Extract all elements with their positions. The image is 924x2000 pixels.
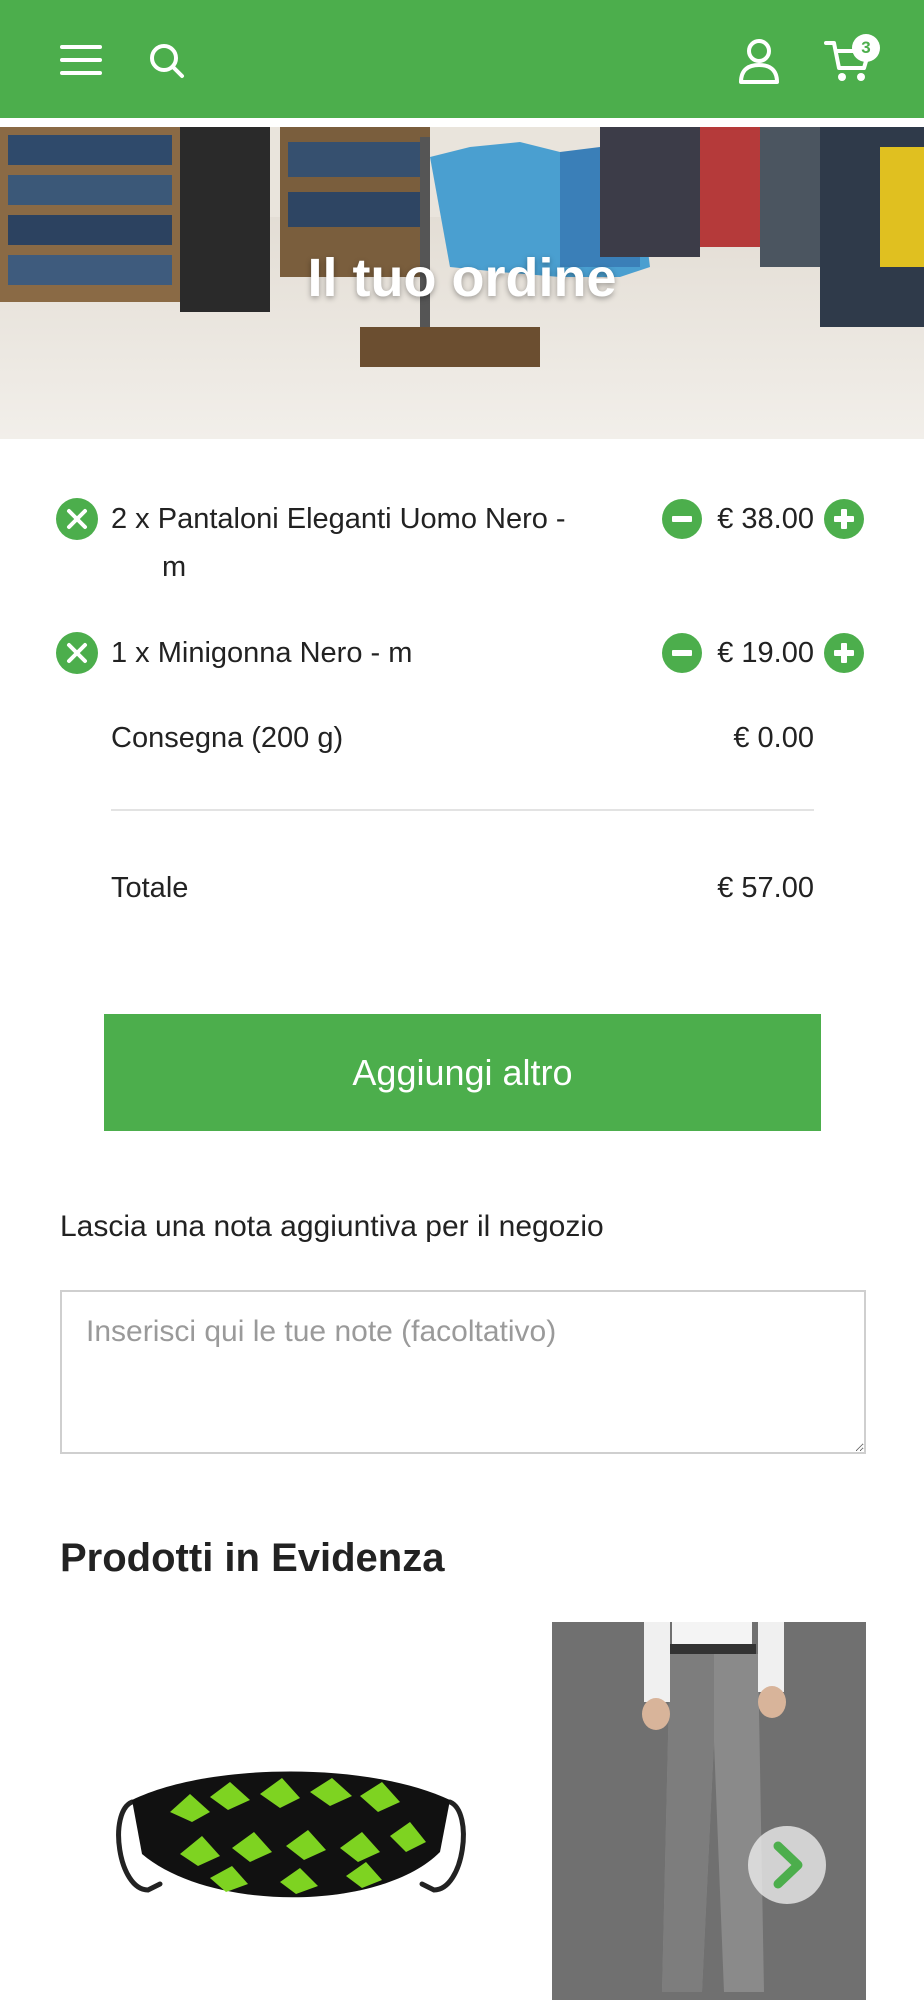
order-item-name: 2 x Pantaloni Eleganti Uomo Nero - m — [111, 495, 631, 591]
top-bar: 3 — [0, 0, 924, 118]
featured-product-card[interactable] — [60, 1622, 522, 2000]
add-more-button[interactable]: Aggiungi altro — [104, 1014, 821, 1131]
header-separator — [0, 118, 924, 127]
total-price: € 57.00 — [717, 872, 814, 904]
hero-banner: Il tuo ordine — [0, 127, 924, 439]
remove-item-button[interactable] — [56, 498, 98, 540]
order-item-price: € 19.00 — [717, 637, 814, 669]
decrease-quantity-button[interactable] — [662, 633, 702, 673]
user-account-icon[interactable] — [738, 38, 780, 84]
remove-item-button[interactable] — [56, 632, 98, 674]
order-item-name: 1 x Minigonna Nero - m — [111, 637, 413, 669]
minus-icon — [672, 650, 692, 656]
minus-icon — [672, 516, 692, 522]
search-icon[interactable] — [148, 42, 188, 82]
increase-quantity-button[interactable] — [824, 499, 864, 539]
cart-count-badge: 3 — [852, 34, 880, 62]
increase-quantity-button[interactable] — [824, 633, 864, 673]
face-mask-image — [60, 1622, 522, 2000]
grey-trousers-image — [552, 1622, 866, 2000]
order-item-price: € 38.00 — [717, 503, 814, 535]
order-item-name-line2: m — [162, 551, 187, 583]
featured-products-title: Prodotti in Evidenza — [60, 1536, 445, 1580]
divider — [111, 809, 814, 811]
carousel-next-button[interactable] — [748, 1826, 826, 1904]
note-label: Lascia una nota aggiuntiva per il negozi… — [60, 1210, 604, 1243]
order-item-name-line1: 2 x Pantaloni Eleganti Uomo Nero - — [111, 503, 566, 535]
delivery-label: Consegna (200 g) — [111, 722, 344, 754]
note-textarea[interactable] — [60, 1290, 866, 1454]
plus-icon — [834, 509, 854, 529]
featured-product-card[interactable] — [552, 1622, 866, 2000]
plus-icon — [834, 643, 854, 663]
decrease-quantity-button[interactable] — [662, 499, 702, 539]
total-label: Totale — [111, 872, 189, 904]
page-title: Il tuo ordine — [307, 248, 617, 308]
close-icon — [67, 643, 87, 663]
delivery-price: € 0.00 — [733, 722, 814, 754]
close-icon — [67, 509, 87, 529]
hamburger-menu-icon[interactable] — [58, 42, 104, 78]
chevron-right-icon — [773, 1841, 803, 1889]
